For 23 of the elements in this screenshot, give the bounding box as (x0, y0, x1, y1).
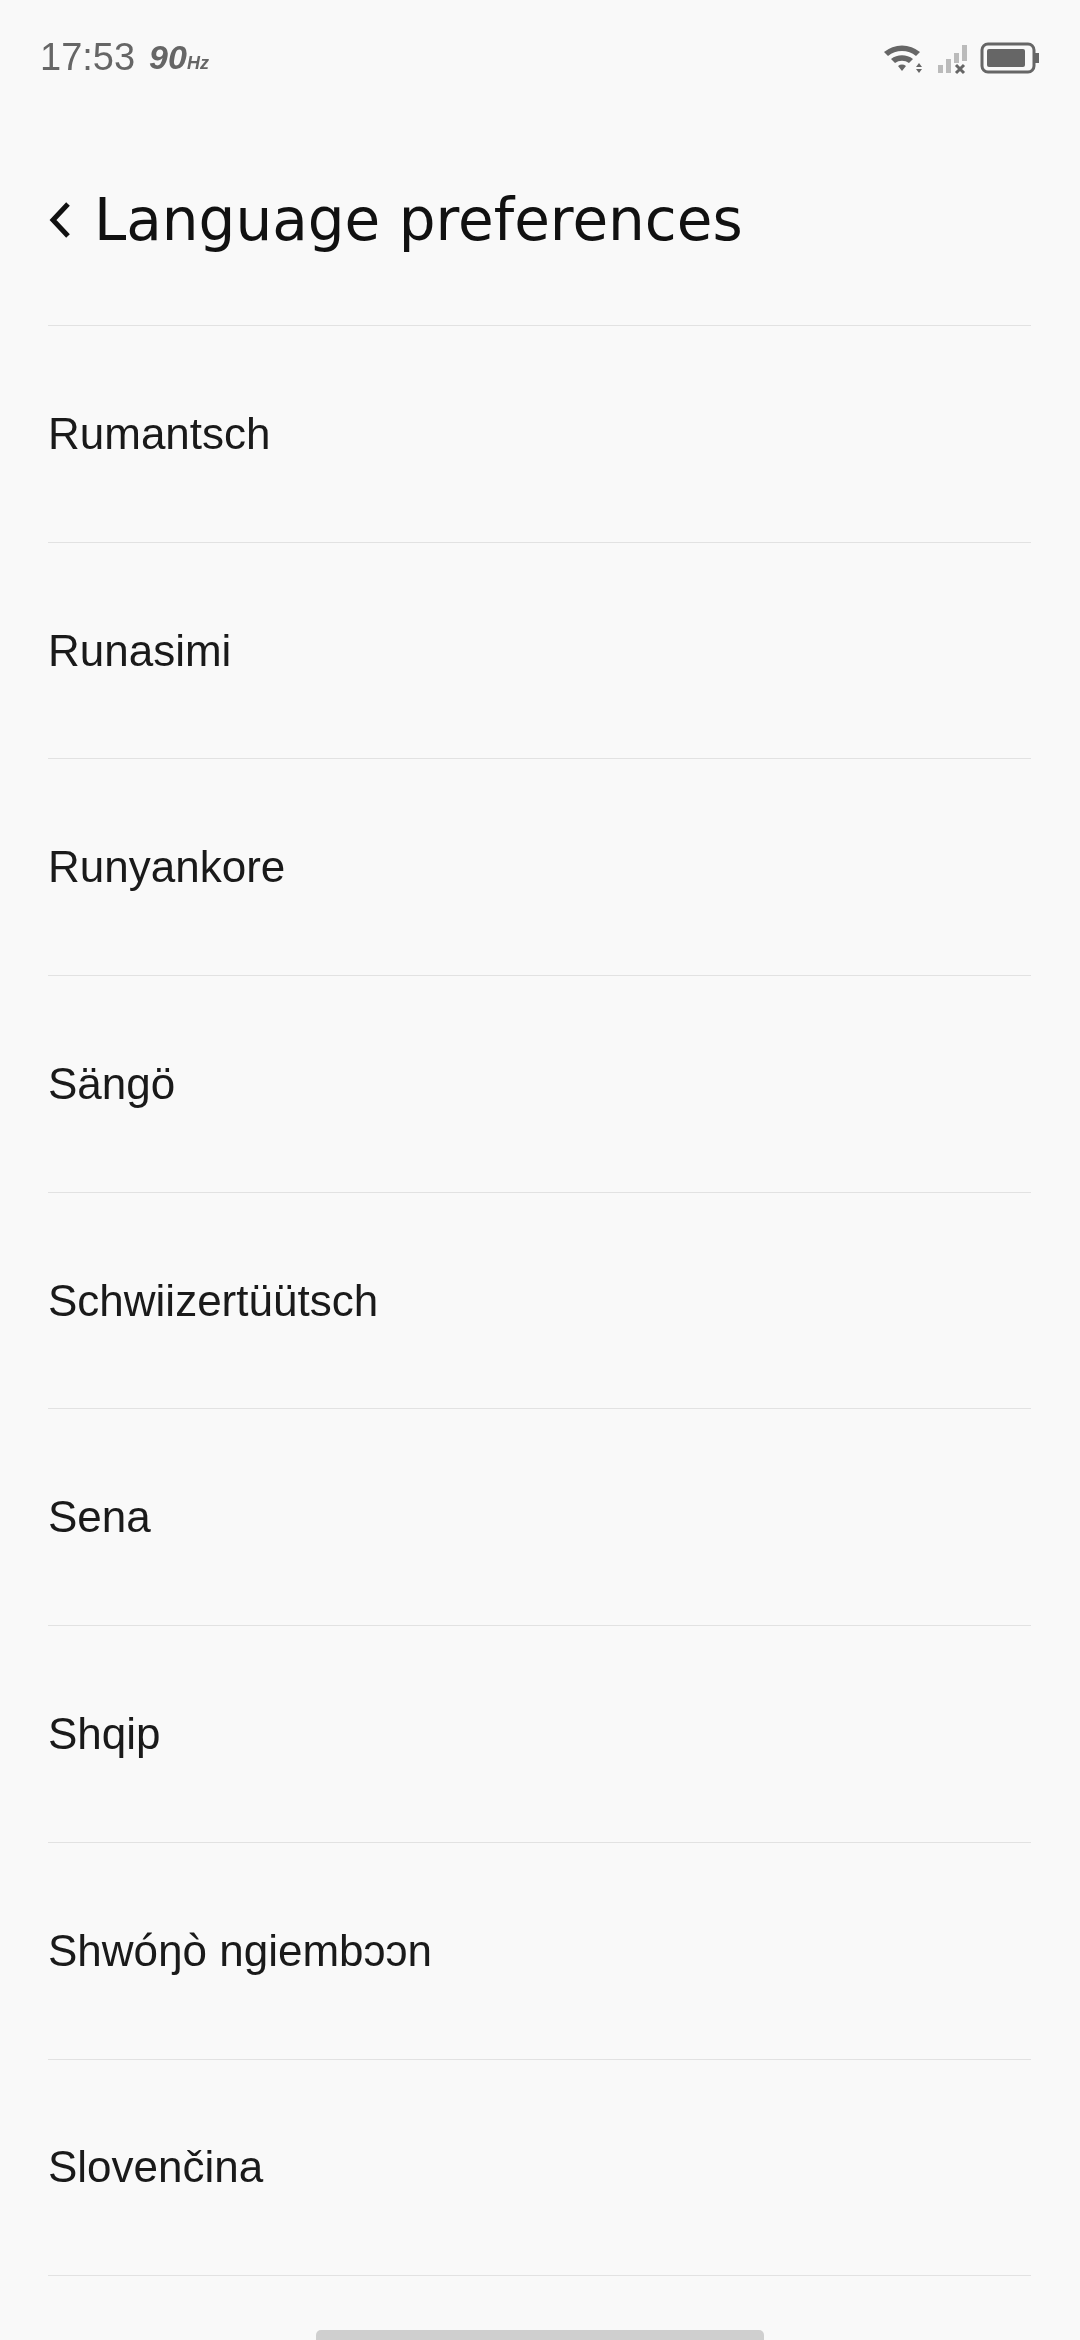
language-label: Sängö (48, 1058, 176, 1109)
language-label: Slovenčina (48, 2142, 264, 2193)
language-label: Shqip (48, 1708, 161, 1759)
language-item[interactable]: Sängö (48, 976, 1031, 1193)
page-title: Language preferences (94, 186, 743, 254)
battery-icon (980, 41, 1040, 74)
language-item[interactable]: Shwóŋò ngiembɔɔn (48, 1842, 1031, 2060)
language-item[interactable]: Runyankore (48, 759, 1031, 977)
status-time: 17:53 (40, 36, 136, 79)
language-item[interactable]: Schwiizertüütsch (48, 1192, 1031, 1410)
language-item[interactable]: Rumantsch (48, 326, 1031, 543)
back-icon (48, 200, 72, 240)
language-label: Shwóŋò ngiembɔɔn (48, 1925, 432, 1976)
language-label: Schwiizertüütsch (48, 1275, 379, 1326)
language-label: Runasimi (48, 625, 232, 676)
language-item[interactable]: Shqip (48, 1626, 1031, 1843)
language-item[interactable]: Slovenčina (48, 2059, 1031, 2277)
language-item[interactable]: Sena (48, 1409, 1031, 1627)
language-item[interactable]: Runasimi (48, 542, 1031, 760)
language-label: Runyankore (48, 842, 286, 893)
language-label: Rumantsch (48, 408, 271, 459)
language-label: Sena (48, 1492, 151, 1543)
back-button[interactable] (48, 200, 72, 240)
